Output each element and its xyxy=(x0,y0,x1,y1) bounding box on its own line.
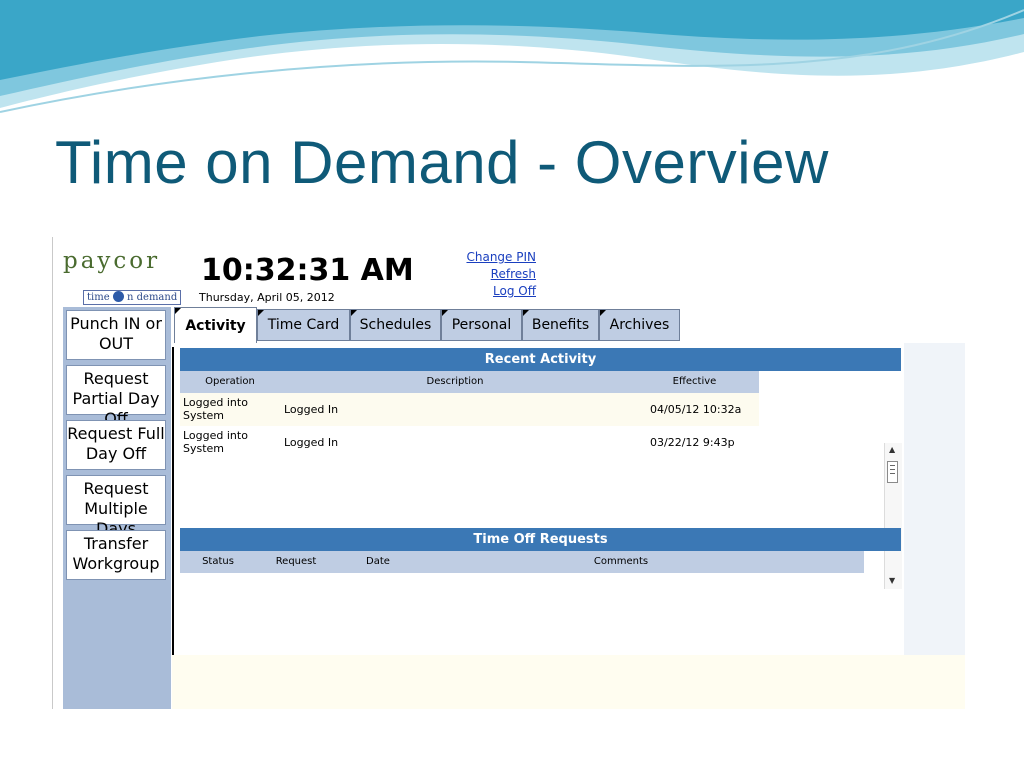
column-header-status: Status xyxy=(202,556,234,567)
brand-name: paycor xyxy=(63,248,161,274)
table-row[interactable]: Logged into System Logged In 03/22/12 9:… xyxy=(180,426,759,459)
cell-description: Logged In xyxy=(284,436,339,449)
cell-effective: 04/05/12 10:32a xyxy=(650,403,742,416)
tab-time-card[interactable]: Time Card xyxy=(257,309,350,341)
time-on-demand-logo: time n demand xyxy=(83,290,182,305)
transfer-workgroup-button[interactable]: Transfer Workgroup xyxy=(66,530,166,580)
column-header-effective: Effective xyxy=(672,376,717,387)
request-partial-day-off-button[interactable]: Request Partial Day Off xyxy=(66,365,166,428)
tab-benefits[interactable]: Benefits xyxy=(522,309,599,341)
punch-in-out-button[interactable]: Punch IN or OUT xyxy=(66,310,166,360)
log-off-link[interactable]: Log Off xyxy=(453,283,536,300)
panel-left-border xyxy=(172,347,174,655)
cell-description: Logged In xyxy=(284,403,339,416)
change-pin-link[interactable]: Change PIN xyxy=(453,249,536,266)
recent-activity-header: Recent Activity xyxy=(180,348,901,371)
current-time: 10:32:31 AM xyxy=(201,253,414,288)
slide-header-wave xyxy=(0,0,1024,113)
cell-operation: Logged into System xyxy=(183,396,248,422)
tab-personal[interactable]: Personal xyxy=(441,309,522,341)
column-header-operation: Operation xyxy=(205,376,255,387)
scroll-down-icon[interactable]: ▼ xyxy=(889,576,895,585)
column-header-description: Description xyxy=(426,376,484,387)
brand-sub-right: n demand xyxy=(127,292,178,303)
current-date: Thursday, April 05, 2012 xyxy=(199,291,335,304)
time-on-demand-app: paycor time n demand 10:32:31 AM Thursda… xyxy=(52,237,965,709)
brand-sub-left: time xyxy=(87,292,110,303)
scroll-thumb[interactable] xyxy=(887,461,898,483)
footer-strip xyxy=(172,655,965,709)
tab-archives[interactable]: Archives xyxy=(599,309,680,341)
tab-schedules[interactable]: Schedules xyxy=(350,309,441,341)
column-header-date: Date xyxy=(366,556,390,567)
clock-icon xyxy=(112,291,124,302)
panel-right-background xyxy=(904,343,965,655)
column-header-comments: Comments xyxy=(593,556,649,567)
recent-activity-column-headers: Operation Description Effective xyxy=(180,371,759,393)
tab-activity[interactable]: Activity xyxy=(174,307,257,343)
recent-activity-scrollbar[interactable]: ▲ ▼ xyxy=(884,443,902,589)
request-multiple-days-button[interactable]: Request Multiple Days xyxy=(66,475,166,538)
paycor-logo: paycor time n demand xyxy=(63,248,182,305)
refresh-link[interactable]: Refresh xyxy=(453,266,536,283)
column-header-request: Request xyxy=(275,556,317,567)
cell-effective: 03/22/12 9:43p xyxy=(650,436,735,449)
time-off-requests-header: Time Off Requests xyxy=(180,528,901,551)
table-row[interactable]: Logged into System Logged In 04/05/12 10… xyxy=(180,393,759,426)
sidebar: Punch IN or OUT Request Partial Day Off … xyxy=(63,307,171,709)
scroll-up-icon[interactable]: ▲ xyxy=(889,445,895,454)
request-full-day-off-button[interactable]: Request Full Day Off xyxy=(66,420,166,470)
cell-operation: Logged into System xyxy=(183,429,248,455)
account-links: Change PIN Refresh Log Off xyxy=(453,249,536,300)
time-off-column-headers: Status Request Date Comments xyxy=(180,551,864,573)
slide-title: Time on Demand - Overview xyxy=(55,129,829,196)
main-panel: Activity Time Card Schedules Personal Be… xyxy=(172,307,965,709)
